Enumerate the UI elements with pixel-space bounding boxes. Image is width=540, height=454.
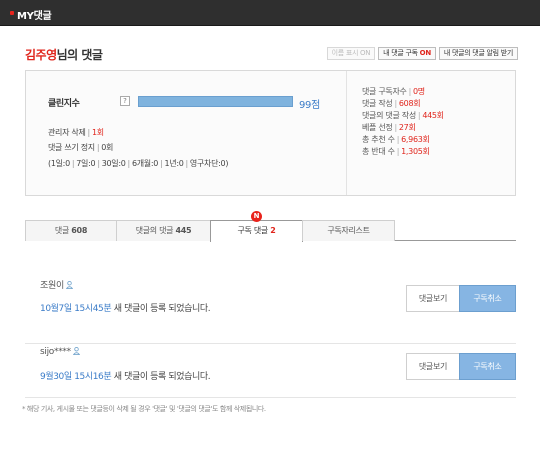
clean-index-label: 클린지수 xyxy=(48,99,80,109)
page-section-title: MY댓글 xyxy=(17,11,52,22)
clean-index-score: 99점 xyxy=(299,100,321,111)
top-bar: MY댓글 xyxy=(0,0,540,26)
stat-dislikes: 총 반대 수 | 1,305회 xyxy=(362,147,430,156)
person-icon xyxy=(72,347,80,355)
stat-value: 6,963회 xyxy=(401,135,430,144)
subscribe-toggle-button[interactable]: 내 댓글 구독 ON xyxy=(378,47,436,60)
period-permanent: 영구차단:0) xyxy=(189,159,229,168)
tab-label: 댓글의 댓글 xyxy=(135,226,174,235)
stat-comments: 댓글 작성 | 608회 xyxy=(362,99,421,108)
tab-subscribed-comments[interactable]: 구독 댓글 2 xyxy=(210,220,303,242)
notice-time[interactable]: 9월30일 15시16분 xyxy=(40,372,112,382)
stats-panel: 클린지수 ? 99점 관리자 삭제 | 1회 댓글 쓰기 정지 | 0회 (1일:0 | 7… xyxy=(25,70,516,196)
tab-label: 댓글 xyxy=(54,226,70,235)
tab-comments[interactable]: 댓글 608 xyxy=(25,220,117,241)
subscribe-state: ON xyxy=(419,49,432,57)
stat-label: 댓글 구독자수 xyxy=(362,87,407,96)
stat-subscribers: 댓글 구독자수 | 0명 xyxy=(362,87,425,96)
stat-likes: 총 추천 수 | 6,963회 xyxy=(362,135,430,144)
tab-replies[interactable]: 댓글의 댓글 445 xyxy=(116,220,211,241)
stat-label: 총 반대 수 xyxy=(362,147,395,156)
clean-index-section: 클린지수 ? 99점 관리자 삭제 | 1회 댓글 쓰기 정지 | 0회 (1일:0 | 7… xyxy=(26,71,346,195)
stat-label: 댓글의 댓글 작성 xyxy=(362,111,416,120)
notice-message: 9월30일 15시16분 새 댓글이 등록 되었습니다. xyxy=(40,369,211,382)
owner-name: 김주영 xyxy=(25,48,57,62)
reply-alert-button[interactable]: 내 댓글의 댓글 알림 받기 xyxy=(438,47,518,60)
notice-user[interactable]: 조원이 xyxy=(40,278,73,291)
view-comment-button[interactable]: 댓글보기 xyxy=(406,285,460,312)
tab-count: 2 xyxy=(270,226,276,235)
stat-value: 445회 xyxy=(422,111,444,120)
title-suffix: 님의 댓글 xyxy=(56,48,103,62)
notice-text: 새 댓글이 등록 되었습니다. xyxy=(111,304,211,314)
stat-value: 27회 xyxy=(398,123,416,132)
user-name: 조원이 xyxy=(40,281,64,291)
suspension-periods: (1일:0 | 7일:0 | 30일:0 | 6개월:0 | 1년:0 | 영구차단:0) xyxy=(48,159,229,168)
unsubscribe-button[interactable]: 구독취소 xyxy=(459,353,516,380)
period-7d: 7일:0 xyxy=(76,159,96,168)
activity-stats: 댓글 구독자수 | 0명 댓글 작성 | 608회 댓글의 댓글 작성 | 445회 베플 … xyxy=(362,86,512,158)
notice-user[interactable]: sijo**** xyxy=(40,347,80,357)
list-item: 조원이 10월7일 15시45분 새 댓글이 등록 되었습니다. 댓글보기 구독… xyxy=(25,276,516,330)
stat-label: 베플 선정 xyxy=(362,123,393,132)
stat-value: 608회 xyxy=(398,99,421,108)
stat-label: 댓글 작성 xyxy=(362,99,393,108)
subscribe-label: 내 댓글 구독 xyxy=(383,49,418,57)
unsubscribe-button[interactable]: 구독취소 xyxy=(459,285,516,312)
period-6m: 6개월:0 xyxy=(131,159,159,168)
list-divider xyxy=(25,397,516,398)
user-name: sijo**** xyxy=(40,347,71,357)
tab-bar: 댓글 608 댓글의 댓글 445 구독 댓글 2 구독자리스트 xyxy=(25,220,516,242)
stat-replies: 댓글의 댓글 작성 | 445회 xyxy=(362,111,444,120)
tab-count: 608 xyxy=(71,226,88,235)
write-stop-label: 댓글 쓰기 정지 xyxy=(48,143,95,152)
list-item: sijo**** 9월30일 15시16분 새 댓글이 등록 되었습니다. 댓글… xyxy=(25,343,516,397)
stat-value: 0명 xyxy=(413,87,425,96)
tab-subscriber-list[interactable]: 구독자리스트 xyxy=(302,220,395,241)
stat-best: 베플 선정 | 27회 xyxy=(362,123,416,132)
tab-count: 445 xyxy=(175,226,192,235)
help-icon[interactable]: ? xyxy=(120,96,130,106)
tab-label: 구독자리스트 xyxy=(327,226,370,235)
period-1y: 1년:0 xyxy=(164,159,184,168)
stats-divider xyxy=(346,71,347,195)
header-buttons: 이름 표시 ON 내 댓글 구독 ON 내 댓글의 댓글 알림 받기 xyxy=(326,47,518,60)
notice-message: 10월7일 15시45분 새 댓글이 등록 되었습니다. xyxy=(40,301,211,314)
page-title: 김주영님의 댓글 xyxy=(25,46,103,63)
stat-label: 총 추천 수 xyxy=(362,135,395,144)
period-1d: (1일:0 xyxy=(48,159,70,168)
write-stop-value: 0회 xyxy=(101,143,114,152)
admin-delete-label: 관리자 삭제 xyxy=(48,128,86,137)
notice-time[interactable]: 10월7일 15시45분 xyxy=(40,304,112,314)
name-display-button[interactable]: 이름 표시 ON xyxy=(326,47,376,60)
admin-delete-line: 관리자 삭제 | 1회 xyxy=(48,128,104,137)
clean-index-bar xyxy=(138,96,293,107)
new-badge: N xyxy=(251,211,262,222)
person-icon xyxy=(65,281,73,289)
footnote: * 해당 기사, 게시물 또는 댓글등이 삭제 될 경우 '댓글' 및 '댓글의… xyxy=(22,405,266,413)
view-comment-button[interactable]: 댓글보기 xyxy=(406,353,460,380)
write-stop-line: 댓글 쓰기 정지 | 0회 xyxy=(48,143,114,152)
admin-delete-value: 1회 xyxy=(91,128,104,137)
tab-label: 구독 댓글 xyxy=(237,226,268,235)
red-dot-icon xyxy=(10,11,14,15)
stat-value: 1,305회 xyxy=(401,147,430,156)
notice-text: 새 댓글이 등록 되었습니다. xyxy=(111,372,211,382)
period-30d: 30일:0 xyxy=(101,159,126,168)
